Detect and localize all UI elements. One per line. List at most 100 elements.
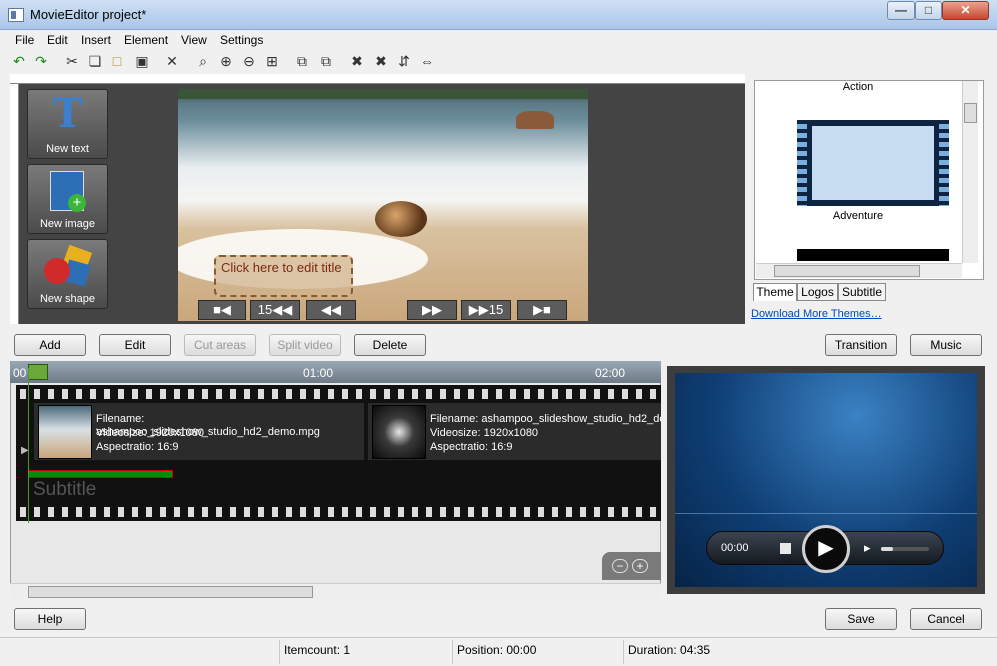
menu-element[interactable]: Element (124, 33, 168, 47)
flip-horizontal-icon[interactable]: ⇔ (418, 52, 436, 70)
theme-thumbnail-next[interactable] (797, 249, 949, 261)
delete-page-icon[interactable]: ▣ (133, 52, 151, 70)
status-separator (623, 640, 624, 664)
split-video-button[interactable]: Split video (269, 334, 341, 356)
playhead-handle[interactable] (28, 364, 48, 380)
theme-thumbnail-adventure[interactable] (797, 120, 949, 206)
status-duration: Duration: 04:35 (628, 643, 711, 657)
timeline-ruler[interactable]: 00 01:00 02:00 (10, 361, 661, 383)
menu-edit[interactable]: Edit (47, 33, 68, 47)
new-image-button[interactable]: + New image (27, 164, 108, 234)
bring-forward-icon[interactable]: ⧉ (293, 52, 311, 70)
shape-icon (44, 244, 93, 287)
maximize-button[interactable]: □ (915, 1, 942, 20)
volume-icon[interactable]: ▸ (864, 540, 871, 556)
timeline-clip[interactable]: Filename: ashampoo_slideshow_studio_hd2_… (368, 403, 661, 460)
send-backward-icon[interactable]: ⧉ (317, 52, 335, 70)
theme-item-action[interactable]: Action (755, 81, 961, 93)
play-end-button[interactable]: ▶■ (517, 300, 567, 320)
menu-settings[interactable]: Settings (220, 33, 263, 47)
redo-icon[interactable]: ↷ (32, 52, 50, 70)
clip-videosize: Videosize: 1920x1080 (96, 427, 205, 439)
volume-level (881, 547, 893, 551)
clip-thumbnail (38, 405, 92, 459)
new-text-button[interactable]: T New text (27, 89, 108, 159)
subtitle-track-label: Subtitle (33, 479, 97, 500)
tick-02-00: 02:00 (595, 366, 626, 380)
theme-horizontal-scrollbar[interactable] (756, 263, 962, 278)
player-time: 00:00 (721, 542, 749, 554)
skip-forward-button[interactable]: ▶▶15 (461, 300, 511, 320)
cut-icon[interactable]: ✂ (63, 52, 81, 70)
status-separator (279, 640, 280, 664)
download-themes-link[interactable]: Download More Themes… (751, 308, 882, 320)
edit-button[interactable]: Edit (99, 334, 171, 356)
close-button[interactable]: ✕ (942, 1, 989, 20)
delete-icon[interactable]: ✕ (163, 52, 181, 70)
new-shape-button[interactable]: New shape (27, 239, 108, 309)
cancel-button[interactable]: Cancel (910, 608, 982, 630)
tab-subtitle[interactable]: Subtitle (838, 283, 886, 301)
fast-forward-button[interactable]: ▶▶ (407, 300, 457, 320)
menu-file[interactable]: File (15, 33, 34, 47)
copy-icon[interactable]: ❏ (86, 52, 104, 70)
zoom-in-icon[interactable]: ⊕ (217, 52, 235, 70)
play-icon[interactable]: ▶ (802, 525, 850, 573)
cut-areas-button[interactable]: Cut areas (184, 334, 256, 356)
playhead-line (28, 368, 29, 523)
status-position: Position: 00:00 (457, 643, 537, 657)
undo-icon[interactable]: ↶ (10, 52, 28, 70)
theme-list[interactable]: Action Adventure (754, 80, 984, 280)
new-image-label: New image (39, 218, 96, 230)
minimize-button[interactable]: — (887, 1, 915, 20)
clip-videosize: Videosize: 1920x1080 (430, 427, 539, 439)
align-right-icon[interactable]: ✖ (372, 52, 390, 70)
menu-insert[interactable]: Insert (81, 33, 111, 47)
film-holes-top (16, 389, 661, 399)
align-left-icon[interactable]: ✖ (348, 52, 366, 70)
stop-rewind-button[interactable]: ■◀ (198, 300, 246, 320)
subtitle-clip[interactable] (28, 470, 173, 478)
text-icon: T (52, 90, 83, 137)
title-bar: MovieEditor project* — □ ✕ (0, 0, 997, 30)
film-holes-bottom (16, 507, 661, 517)
timeline-clip[interactable]: Filename: ashampoo_slideshow_studio_hd2_… (34, 403, 364, 460)
help-button[interactable]: Help (14, 608, 86, 630)
status-itemcount: Itemcount: 1 (284, 643, 351, 657)
zoom-fit-icon[interactable]: ⌕ (194, 52, 212, 70)
coconut-shape (375, 201, 427, 237)
zoom-in-timeline-icon[interactable]: + (632, 559, 648, 573)
skip-back-label: 15 (257, 302, 273, 317)
horizontal-ruler (10, 74, 745, 84)
tab-theme[interactable]: Theme (753, 283, 797, 301)
transition-button[interactable]: Transition (825, 334, 897, 356)
add-button[interactable]: Add (14, 334, 86, 356)
timeline-zoom: − + (602, 552, 661, 580)
timeline-scroll-thumb[interactable] (28, 586, 313, 598)
tick-01-00: 01:00 (303, 366, 334, 380)
zoom-out-timeline-icon[interactable]: − (612, 559, 628, 573)
timeline-scrollbar[interactable] (10, 583, 661, 599)
stop-icon[interactable] (780, 543, 791, 554)
treeline (178, 89, 588, 99)
paste-icon[interactable]: □ (108, 52, 126, 70)
theme-vertical-scrollbar[interactable] (962, 81, 978, 263)
tab-logos[interactable]: Logos (797, 283, 838, 301)
zoom-selection-icon[interactable]: ⊞ (263, 52, 281, 70)
volume-slider[interactable] (881, 547, 929, 551)
new-shape-label: New shape (39, 293, 96, 305)
flip-vertical-icon[interactable]: ⇵ (395, 52, 413, 70)
save-button[interactable]: Save (825, 608, 897, 630)
theme-item-adventure[interactable]: Adventure (755, 210, 961, 222)
skip-forward-label: 15 (488, 302, 504, 317)
music-button[interactable]: Music (910, 334, 982, 356)
menu-bar: File Edit Insert Element View Settings (0, 30, 997, 49)
clip-aspect: Aspectratio: 16:9 (430, 441, 513, 453)
delete-button[interactable]: Delete (354, 334, 426, 356)
skip-back-button[interactable]: 15◀◀ (250, 300, 300, 320)
player-controls: 00:00 ▶ ▸ (706, 525, 944, 573)
title-placeholder[interactable]: Click here to edit title (214, 255, 353, 297)
zoom-out-icon[interactable]: ⊖ (240, 52, 258, 70)
menu-view[interactable]: View (181, 33, 207, 47)
rewind-button[interactable]: ◀◀ (306, 300, 356, 320)
